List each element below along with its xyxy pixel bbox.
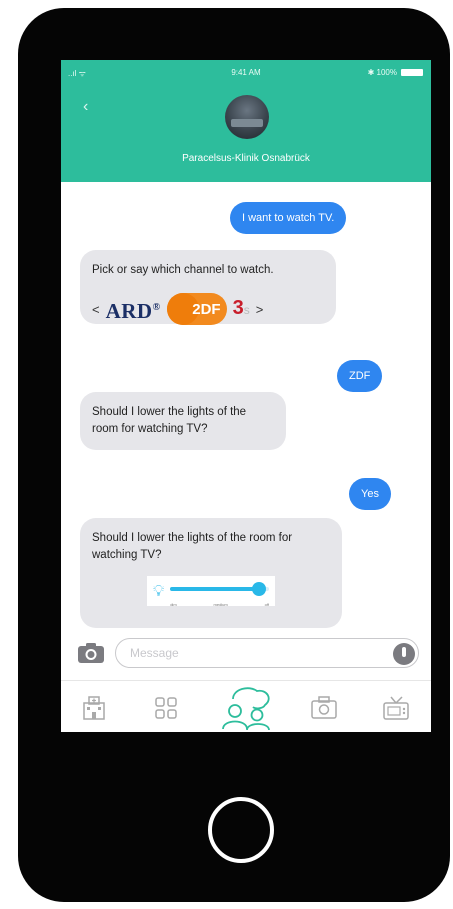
camera-icon[interactable] — [77, 642, 105, 664]
channel-zdf-logo[interactable]: 2DF — [166, 293, 227, 325]
outgoing-message: I want to watch TV. — [230, 202, 347, 234]
chat-people-icon[interactable] — [219, 681, 275, 731]
outgoing-message: ZDF — [337, 360, 383, 392]
tv-icon[interactable] — [379, 691, 413, 725]
battery-indicator: ✱ 100% — [368, 68, 423, 77]
message-list: I want to watch TV. Pick or say which ch… — [61, 182, 431, 628]
incoming-message: Should I lower the lights of the room fo… — [80, 392, 286, 450]
phone-screen: ..ıl ᯤ 9:41 AM ✱ 100% ‹ Paracelsus-Klini… — [61, 60, 431, 732]
microphone-icon[interactable] — [393, 643, 415, 665]
channel-next-button[interactable]: > — [256, 301, 264, 318]
channel-ard-logo[interactable]: ARD® — [105, 298, 161, 323]
status-bar: ..ıl ᯤ 9:41 AM ✱ 100% — [61, 66, 431, 80]
channel-ard-label: ARD — [105, 298, 153, 323]
channel-zdf-label: 2DF — [192, 300, 221, 318]
channel-picker: < ARD® 2DF 3s > — [92, 293, 324, 325]
contact-avatar[interactable] — [225, 95, 269, 139]
battery-text: ✱ 100% — [367, 68, 397, 77]
channel-ard-mark: ® — [152, 301, 161, 313]
grid-icon[interactable] — [149, 691, 183, 725]
light-slider[interactable]: dim medium off — [170, 580, 269, 607]
hospital-icon[interactable] — [77, 691, 111, 725]
chat-header: ..ıl ᯤ 9:41 AM ✱ 100% ‹ Paracelsus-Klini… — [61, 60, 431, 182]
message-text: Pick or say which channel to watch. — [92, 264, 274, 276]
incoming-message: Should I lower the lights of the room fo… — [80, 518, 342, 628]
channel-3sat-small: s — [243, 302, 250, 317]
slider-knob[interactable] — [252, 582, 267, 596]
slider-ticks: dim medium off — [170, 596, 269, 613]
slider-tick: off — [264, 602, 269, 607]
channel-3sat-label: 3 — [232, 296, 244, 319]
contact-name: Paracelsus-Klinik Osnabrück — [182, 153, 310, 164]
camera-tab-icon[interactable] — [307, 691, 341, 725]
tab-bar — [61, 680, 431, 732]
message-composer: Message — [61, 628, 431, 678]
slider-tick: medium — [213, 602, 228, 607]
outgoing-message: Yes — [349, 478, 391, 510]
lightbulb-icon: 💡︎ — [153, 582, 165, 600]
channel-3sat-logo[interactable]: 3s — [232, 296, 250, 319]
incoming-message: Pick or say which channel to watch. < AR… — [80, 250, 336, 325]
home-button[interactable] — [208, 797, 274, 863]
slider-fill — [170, 587, 260, 591]
channel-prev-button[interactable]: < — [92, 301, 100, 318]
chevron-left-icon[interactable]: ‹ — [83, 98, 88, 116]
message-text: Should I lower the lights of the room fo… — [92, 532, 293, 561]
message-input[interactable]: Message — [115, 638, 419, 668]
slider-tick: dim — [170, 602, 177, 607]
battery-icon — [401, 69, 423, 76]
light-control: 💡︎ dim medium off — [147, 576, 275, 607]
